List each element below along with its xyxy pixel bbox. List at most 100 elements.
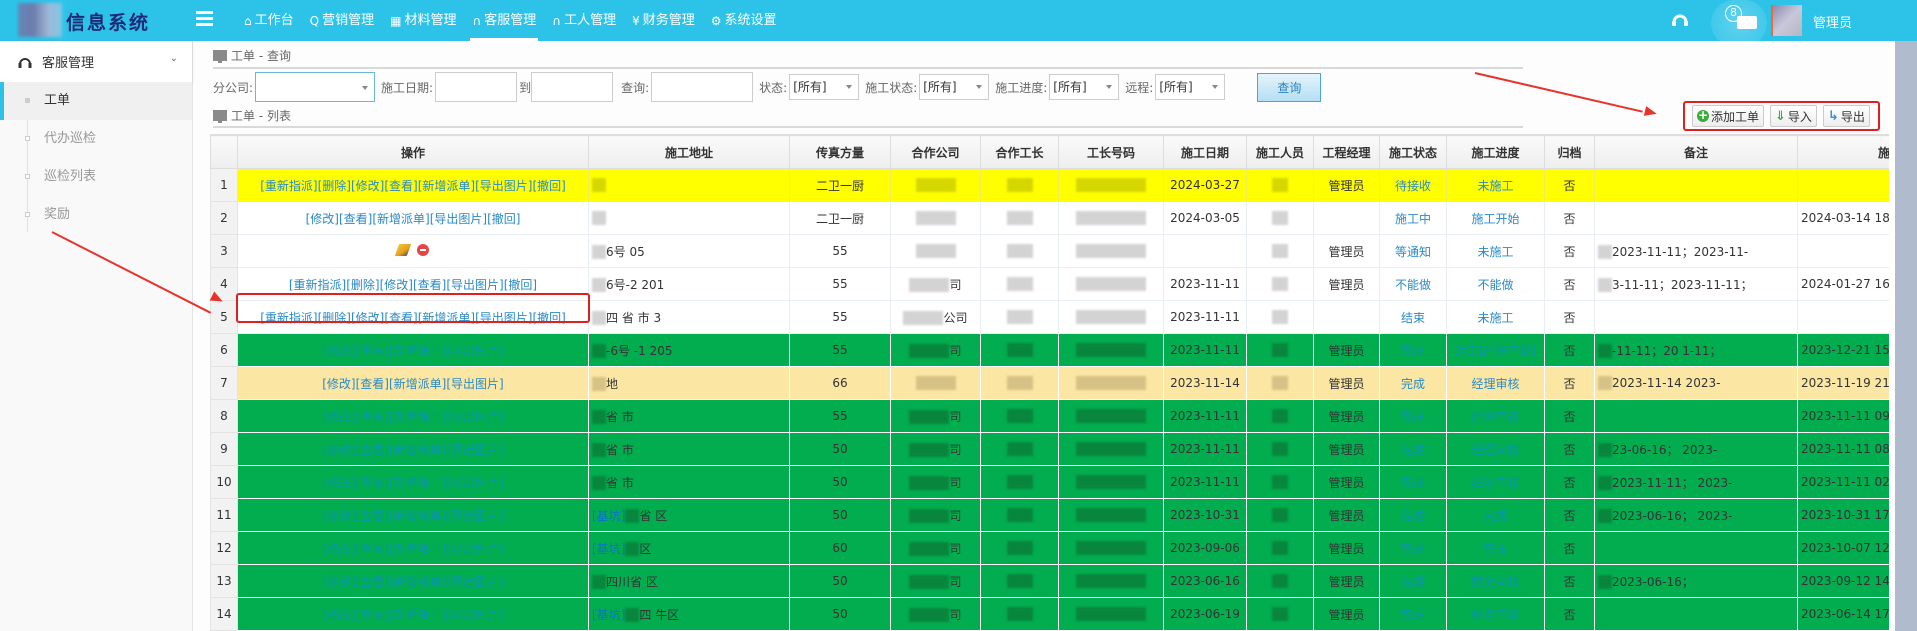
- status-cell-text[interactable]: 不能做: [1395, 278, 1431, 292]
- status-cell-text[interactable]: 结束: [1401, 311, 1425, 325]
- column-header[interactable]: 传真方量: [789, 135, 891, 169]
- nav-item-4[interactable]: ∩ 工人管理: [544, 0, 624, 41]
- op-link[interactable]: [查看]: [356, 542, 389, 556]
- address-tag[interactable]: [基坑]: [592, 509, 625, 523]
- op-link[interactable]: [导出图片]: [446, 344, 503, 358]
- op-link[interactable]: [查看]: [356, 575, 389, 589]
- status-cell[interactable]: 结束: [1379, 300, 1447, 334]
- progress-cell[interactable]: 经理审核: [1446, 432, 1545, 466]
- export-button[interactable]: ↳ 导出: [1822, 105, 1870, 127]
- op-link[interactable]: [查看]: [413, 278, 446, 292]
- op-link[interactable]: [修改]: [351, 179, 384, 193]
- op-link[interactable]: [删除]: [318, 179, 351, 193]
- progress-cell-text[interactable]: 绩效审核: [1471, 476, 1519, 490]
- op-link[interactable]: [修改]: [322, 443, 355, 457]
- status-cell[interactable]: 等通知: [1379, 234, 1447, 268]
- status-cell-text[interactable]: 完成: [1401, 575, 1425, 589]
- sidebar-item-1[interactable]: 代办巡检: [0, 120, 192, 158]
- progress-cell-text[interactable]: 经理审核: [1471, 377, 1519, 391]
- op-link[interactable]: [导出图片]: [446, 476, 503, 490]
- op-link[interactable]: [查看]: [356, 377, 389, 391]
- table-row[interactable]: 7 [修改][查看][新增派单][导出图片] 地 66 2023-11-14 管理员 完成 经…: [210, 366, 1892, 400]
- status-cell-text[interactable]: 完成: [1401, 443, 1425, 457]
- status-cell[interactable]: 不能做: [1379, 267, 1447, 301]
- table-row[interactable]: 14 [修改][查看][新增派单][导出图片] [基坑] 四 牛区 50 司 2023-06…: [210, 597, 1892, 631]
- op-link[interactable]: [导出图片]: [446, 410, 503, 424]
- op-link[interactable]: [修改]: [351, 311, 384, 325]
- progress-cell[interactable]: 不能做: [1446, 267, 1545, 301]
- table-row[interactable]: 2 [修改][查看][新增派单][导出图片][撤回] 二卫一厨 2024-03-05 施…: [210, 201, 1892, 235]
- progress-cell[interactable]: 完成: [1446, 531, 1545, 565]
- column-header[interactable]: 施工: [1797, 135, 1892, 169]
- query-button[interactable]: 查询: [1257, 72, 1322, 102]
- progress-cell[interactable]: 经理审核: [1446, 366, 1545, 400]
- search-input[interactable]: [651, 72, 754, 102]
- op-link[interactable]: [新增派单]: [389, 476, 446, 490]
- table-row[interactable]: 3 6号 05 55 管理员 等通知 未施工 否 2023-11-11；2023-11-: [210, 234, 1892, 268]
- sidebar-group-customer-service[interactable]: 客服管理 ⌄: [0, 41, 192, 82]
- op-link[interactable]: [修改]: [322, 509, 355, 523]
- op-link[interactable]: [导出图片]: [475, 179, 532, 193]
- op-link[interactable]: [新增派单]: [389, 542, 446, 556]
- table-row[interactable]: 9 [修改][查看][新增派单][导出图片] 省 市 50 司 2023-11-11 管理员…: [210, 432, 1892, 466]
- column-header[interactable]: 操作: [237, 135, 589, 169]
- progress-cell-text[interactable]: 财务审核: [1471, 575, 1519, 589]
- op-link[interactable]: [导出图片]: [446, 542, 503, 556]
- op-link[interactable]: [查看]: [384, 179, 417, 193]
- progress-select[interactable]: [所有]: [1049, 74, 1120, 100]
- build-status-select[interactable]: [所有]: [919, 74, 990, 100]
- company-select[interactable]: [255, 72, 376, 102]
- nav-item-3[interactable]: ∩ 客服管理: [464, 0, 544, 41]
- status-cell-text[interactable]: 完成: [1401, 509, 1425, 523]
- table-row[interactable]: 1 [重新指派][删除][修改][查看][新增派单][导出图片][撤回] 二卫一厨 2…: [210, 168, 1892, 202]
- status-cell[interactable]: 施工中: [1379, 201, 1447, 235]
- remote-select[interactable]: [所有]: [1155, 74, 1226, 100]
- nav-item-6[interactable]: ⚙ 系统设置: [703, 0, 785, 41]
- column-header[interactable]: 合作公司: [890, 135, 981, 169]
- column-header[interactable]: 施工状态: [1379, 135, 1447, 169]
- table-row[interactable]: 6 [修改][查看][新增派单][导出图片] -6号 -1 205 55 司 2023-1…: [210, 333, 1892, 367]
- op-link[interactable]: [导出图片]: [430, 212, 487, 226]
- delete-circle-icon[interactable]: [417, 243, 429, 256]
- op-link[interactable]: [查看]: [356, 344, 389, 358]
- column-header[interactable]: [210, 135, 238, 169]
- add-work-order-button[interactable]: + 添加工单: [1692, 105, 1765, 127]
- table-row[interactable]: 5 [重新指派][删除][修改][查看][新增派单][导出图片][撤回] 四 省 市…: [210, 300, 1892, 334]
- messages-button[interactable]: 8: [1711, 0, 1767, 46]
- status-cell[interactable]: 完成: [1379, 432, 1447, 466]
- pencil-icon[interactable]: [394, 243, 412, 256]
- op-link[interactable]: [查看]: [356, 476, 389, 490]
- op-link[interactable]: [新增派单]: [418, 311, 475, 325]
- progress-cell[interactable]: 财务审核: [1446, 597, 1545, 631]
- table-row[interactable]: 8 [修改][查看][新增派单][导出图片] 省 市 55 司 2023-11-11 管理员…: [210, 399, 1892, 433]
- status-cell[interactable]: 完成: [1379, 465, 1447, 499]
- avatar[interactable]: [1771, 5, 1802, 36]
- address-tag[interactable]: [基坑]: [592, 608, 625, 622]
- status-cell[interactable]: 完成: [1379, 597, 1447, 631]
- op-link[interactable]: [导出图片]: [446, 509, 503, 523]
- op-link[interactable]: [新增派单]: [389, 509, 446, 523]
- status-select[interactable]: [所有]: [789, 74, 860, 100]
- op-link[interactable]: [新增派单]: [418, 179, 475, 193]
- op-link[interactable]: [新增派单]: [389, 575, 446, 589]
- progress-cell-text[interactable]: 完成: [1483, 509, 1507, 523]
- op-link[interactable]: [撤回]: [504, 278, 537, 292]
- sidebar-item-2[interactable]: 巡检列表: [0, 158, 192, 196]
- column-header[interactable]: 工程经理: [1313, 135, 1380, 169]
- table-row[interactable]: 13 [修改][查看][新增派单][导出图片] 四川省 区 50 司 2023-06-16…: [210, 564, 1892, 598]
- progress-cell[interactable]: 施工开始: [1446, 201, 1545, 235]
- op-link[interactable]: [修改]: [322, 542, 355, 556]
- op-link[interactable]: [重新指派]: [260, 179, 317, 193]
- op-link[interactable]: [撤回]: [532, 311, 565, 325]
- op-link[interactable]: [撤回]: [487, 212, 520, 226]
- op-link[interactable]: [修改]: [380, 278, 413, 292]
- nav-item-0[interactable]: ⌂ 工作台: [236, 0, 302, 41]
- op-link[interactable]: [新增派单]: [389, 344, 446, 358]
- column-header[interactable]: 备注: [1594, 135, 1798, 169]
- op-link[interactable]: [重新指派]: [289, 278, 346, 292]
- progress-cell[interactable]: 完成: [1446, 498, 1545, 532]
- progress-cell-text[interactable]: 财务审核: [1471, 608, 1519, 622]
- progress-cell[interactable]: 返工[经理审核]: [1446, 333, 1545, 367]
- op-link[interactable]: [查看]: [384, 311, 417, 325]
- progress-cell-text[interactable]: 经理审核: [1471, 443, 1519, 457]
